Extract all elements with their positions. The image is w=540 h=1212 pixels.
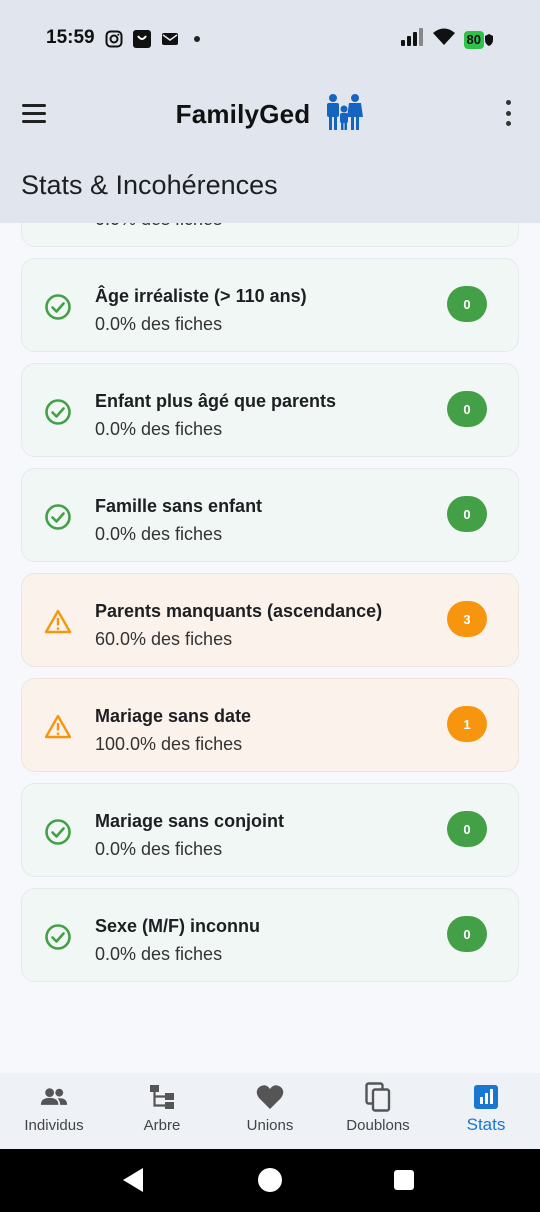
nav-item-individus[interactable]: Individus — [0, 1073, 108, 1149]
count-badge: 3 — [447, 601, 487, 637]
bar-chart-icon — [472, 1083, 500, 1111]
back-button[interactable] — [123, 1168, 143, 1192]
stat-card-subtitle: 0.0% des fiches — [95, 419, 223, 439]
stat-card[interactable]: Mariage sans date 100.0% des fiches 1 — [21, 678, 519, 772]
stat-card[interactable]: Parents manquants (ascendance) 60.0% des … — [21, 573, 519, 667]
shop-bag-icon — [132, 29, 152, 49]
nav-item-doublons[interactable]: Doublons — [324, 1073, 432, 1149]
nav-item-label: Arbre — [143, 1117, 181, 1134]
stat-card-title: Mariage sans conjoint — [95, 811, 285, 831]
stat-card-title: Âge irréaliste (> 110 ans) — [95, 286, 307, 306]
nav-item-arbre[interactable]: Arbre — [108, 1073, 216, 1149]
stat-card-title: Famille sans enfant — [95, 496, 263, 516]
stat-card-subtitle: 0.0% des fiches — [95, 314, 223, 334]
stat-card-subtitle: 0.0% des fiches — [95, 944, 223, 964]
check-circle-icon — [44, 818, 72, 846]
more-icon-dot — [505, 121, 511, 126]
page-title: Stats & Incohérences — [21, 170, 278, 200]
home-button[interactable] — [258, 1168, 282, 1192]
count-badge: 0 — [447, 391, 487, 427]
family-logo-icon — [324, 92, 364, 137]
more-icon-dot — [505, 110, 511, 116]
stats-list-viewport[interactable]: Mariage avant 15 ans0.0% des fiches0 Âge … — [0, 223, 540, 1073]
stat-card-subtitle: 0.0% des fiches — [95, 524, 223, 544]
count-badge: 0 — [447, 811, 487, 847]
check-circle-icon — [44, 398, 72, 426]
copy-icon — [364, 1082, 392, 1112]
check-circle-icon — [44, 503, 72, 531]
more-options-button[interactable] — [498, 100, 518, 126]
nav-item-label: Stats — [466, 1115, 506, 1134]
notification-icons — [104, 29, 200, 49]
stat-card-title: Sexe (M/F) inconnu — [95, 916, 261, 936]
app-title: FamilyGed — [175, 99, 311, 129]
nav-item-stats[interactable]: Stats — [432, 1073, 540, 1149]
heart-icon — [256, 1083, 284, 1111]
app-bar: FamilyGed Stats & Incohérences — [0, 78, 540, 223]
stat-card[interactable]: Sexe (M/F) inconnu 0.0% des fiches 0 — [21, 888, 519, 982]
app-title-group: FamilyGed — [0, 92, 540, 137]
signal-icon — [400, 28, 424, 51]
instagram-icon — [104, 29, 124, 49]
stat-card-subtitle: 0.0% des fiches — [95, 839, 223, 859]
stat-card[interactable]: Mariage sans conjoint 0.0% des fiches 0 — [21, 783, 519, 877]
stat-card-title: Mariage sans date — [95, 706, 252, 726]
stat-card[interactable]: Enfant plus âgé que parents 0.0% des fich… — [21, 363, 519, 457]
nav-item-label: Unions — [246, 1117, 294, 1134]
battery-level: 80 — [463, 30, 484, 49]
bottom-navigation: Individus Arbre Unions Doublons Stats — [0, 1073, 540, 1149]
count-badge: 1 — [447, 706, 487, 742]
nav-item-unions[interactable]: Unions — [216, 1073, 324, 1149]
warning-icon — [44, 608, 72, 636]
check-circle-icon — [44, 923, 72, 951]
stat-card[interactable]: Âge irréaliste (> 110 ans) 0.0% des fiche… — [21, 258, 519, 352]
stats-list: Mariage avant 15 ans0.0% des fiches0 Âge … — [21, 223, 519, 993]
tree-icon — [148, 1083, 176, 1111]
warning-icon — [44, 713, 72, 741]
stat-card-title: Parents manquants (ascendance) — [95, 601, 383, 621]
wifi-icon — [432, 28, 456, 51]
stat-card-subtitle: 0.0% des fiches — [95, 223, 222, 230]
system-status: 80 — [400, 28, 494, 51]
mail-icon — [160, 29, 180, 49]
stat-card-title: Enfant plus âgé que parents — [95, 391, 337, 411]
stat-card[interactable]: Mariage avant 15 ans0.0% des fiches0 — [21, 223, 519, 247]
stat-card[interactable]: Famille sans enfant 0.0% des fiches 0 — [21, 468, 519, 562]
nav-item-label: Doublons — [346, 1117, 410, 1134]
system-navigation-bar — [0, 1149, 540, 1212]
status-bar: 15:59 80 — [0, 0, 540, 78]
dot-icon — [194, 36, 200, 42]
status-time: 15:59 — [46, 27, 95, 48]
count-badge: 0 — [447, 916, 487, 952]
battery-icon: 80 — [463, 30, 494, 50]
recents-button[interactable] — [394, 1170, 414, 1190]
count-badge: 0 — [447, 286, 487, 322]
nav-item-label: Individus — [24, 1117, 84, 1134]
people-icon — [40, 1083, 68, 1111]
stat-card-subtitle: 60.0% des fiches — [95, 629, 233, 649]
count-badge: 0 — [447, 496, 487, 532]
stat-card-subtitle: 100.0% des fiches — [95, 734, 243, 754]
check-circle-icon — [44, 293, 72, 321]
more-icon-dot — [505, 100, 511, 105]
